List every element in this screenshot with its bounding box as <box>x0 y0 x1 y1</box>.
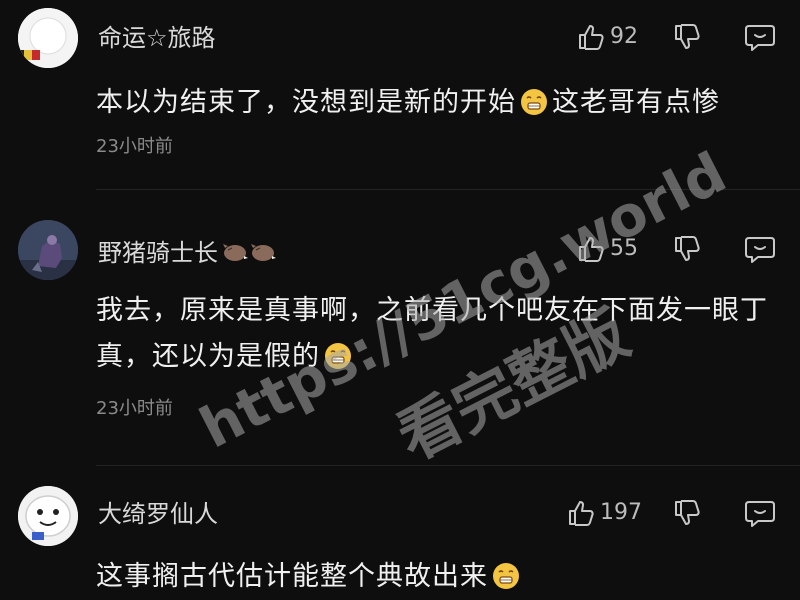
comment-item: 命运☆旅路 92 本以为结束了，没想到是新的开始 这老哥有点惨 23小时前 <box>0 0 800 190</box>
reply-button[interactable] <box>744 234 776 264</box>
boar-icon <box>222 240 278 268</box>
username[interactable]: 命运☆旅路 <box>98 26 216 50</box>
comment-bubble-icon <box>745 25 775 51</box>
thumbs-up-icon <box>569 501 594 526</box>
like-button[interactable]: 55 <box>576 234 638 264</box>
user-avatar-image <box>18 8 78 68</box>
like-count: 55 <box>610 236 638 261</box>
like-count: 92 <box>610 24 638 49</box>
comment-text-part: 本以为结束了，没想到是新的开始 <box>96 87 516 118</box>
thumbs-down-icon <box>675 500 700 525</box>
username[interactable]: 野猪骑士长 <box>98 240 278 268</box>
like-count: 197 <box>600 500 642 525</box>
like-button[interactable]: 197 <box>566 498 642 528</box>
comment-text-line: 真，还以为是假的 <box>96 334 776 385</box>
avatar[interactable] <box>18 220 78 280</box>
thumbs-down-icon <box>675 236 700 261</box>
divider <box>96 465 800 466</box>
awkward-smile-emoji <box>492 559 520 600</box>
thumbs-up-icon <box>579 237 604 262</box>
comment-text: 我去，原来是真事啊，之前看几个吧友在下面发一眼丁 真，还以为是假的 <box>96 288 776 385</box>
reply-button[interactable] <box>744 498 776 528</box>
thumbs-down-icon <box>675 24 700 49</box>
comment-text-line: 我去，原来是真事啊，之前看几个吧友在下面发一眼丁 <box>96 295 768 326</box>
avatar[interactable] <box>18 486 78 546</box>
timestamp: 23小时前 <box>96 398 173 419</box>
timestamp: 23小时前 <box>96 136 173 157</box>
comment-text-part: 真，还以为是假的 <box>96 341 320 372</box>
comment-text-part: 这老哥有点惨 <box>552 87 720 118</box>
avatar[interactable] <box>18 8 78 68</box>
dislike-button[interactable] <box>672 22 702 52</box>
awkward-smile-emoji <box>324 339 352 385</box>
comment-item: 野猪骑士长 55 我去，原来是真事啊，之前看几个吧友在下面发一眼丁 真，还以为是… <box>0 190 800 470</box>
awkward-smile-emoji <box>520 85 548 131</box>
comment-text: 这事搁古代估计能整个典故出来 <box>96 554 776 600</box>
comment-bubble-icon <box>745 237 775 263</box>
username[interactable]: 大绮罗仙人 <box>98 502 218 526</box>
dislike-button[interactable] <box>672 234 702 264</box>
user-avatar-image <box>18 486 78 546</box>
reply-button[interactable] <box>744 22 776 52</box>
comment-list: 命运☆旅路 92 本以为结束了，没想到是新的开始 这老哥有点惨 23小时前 野猪… <box>0 0 800 600</box>
username-text: 野猪骑士长 <box>98 239 218 267</box>
comment-item: 大绮罗仙人 197 这事搁古代估计能整个典故出来 <box>0 470 800 600</box>
like-button[interactable]: 92 <box>576 22 638 52</box>
thumbs-up-icon <box>579 25 604 50</box>
dislike-button[interactable] <box>672 498 702 528</box>
comment-text: 本以为结束了，没想到是新的开始 这老哥有点惨 <box>96 80 776 131</box>
user-avatar-image <box>18 220 78 280</box>
comment-bubble-icon <box>745 501 775 527</box>
comment-text-part: 这事搁古代估计能整个典故出来 <box>96 561 488 592</box>
